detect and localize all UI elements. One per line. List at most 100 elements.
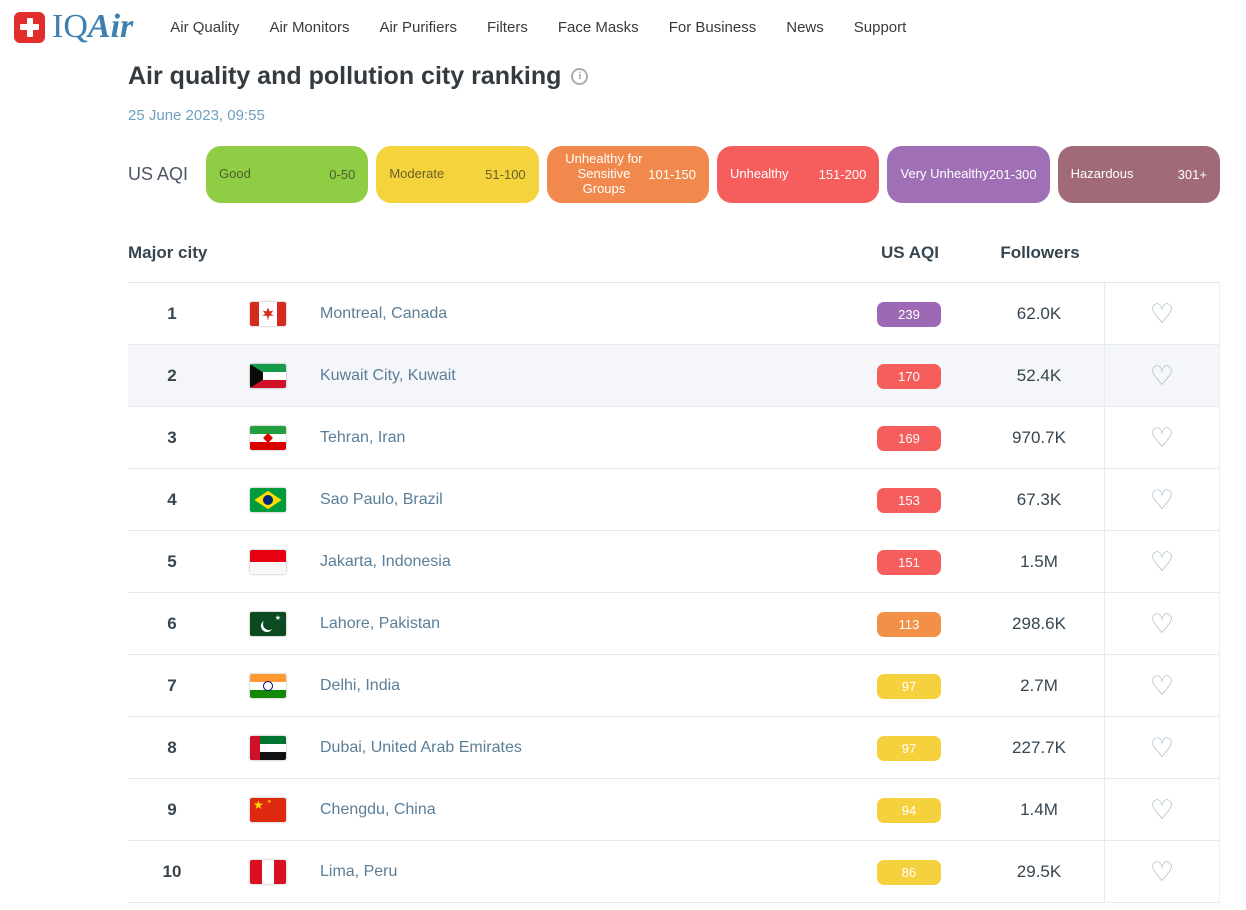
heart-icon[interactable]: ♡: [1150, 549, 1174, 576]
city-link[interactable]: Lahore, Pakistan: [320, 615, 440, 632]
header-major-city: Major city: [128, 243, 845, 263]
nav-for-business[interactable]: For Business: [654, 11, 772, 44]
rank: 10: [128, 862, 216, 882]
legend-unhealthy: Unhealthy 151-200: [717, 146, 879, 203]
top-navigation: IQAir Air Quality Air Monitors Air Purif…: [0, 0, 1246, 46]
header-us-aqi: US AQI: [845, 243, 975, 263]
city-link[interactable]: Chengdu, China: [320, 801, 436, 818]
aqi-badge: 97: [877, 674, 941, 699]
legend-unhealthy-sensitive: Unhealthy for Sensitive Groups 101-150: [547, 146, 709, 203]
city-link[interactable]: Kuwait City, Kuwait: [320, 367, 456, 384]
city-link[interactable]: Montreal, Canada: [320, 305, 447, 322]
heart-icon[interactable]: ♡: [1150, 797, 1174, 824]
city-link[interactable]: Tehran, Iran: [320, 429, 405, 446]
legend-hazardous: Hazardous 301+: [1058, 146, 1220, 203]
nav-air-quality[interactable]: Air Quality: [155, 11, 254, 44]
flag-indonesia-icon: [250, 550, 286, 574]
nav-items: Air Quality Air Monitors Air Purifiers F…: [155, 11, 921, 44]
flag-uae-icon: [250, 736, 286, 760]
nav-air-purifiers[interactable]: Air Purifiers: [364, 11, 472, 44]
table-row: 10 Lima, Peru 86 29.5K ♡: [128, 841, 1220, 903]
legend-very-unhealthy-name: Very Unhealthy: [900, 167, 989, 182]
city-link[interactable]: Delhi, India: [320, 677, 400, 694]
table-row: 7 Delhi, India 97 2.7M ♡: [128, 655, 1220, 717]
nav-filters[interactable]: Filters: [472, 11, 543, 44]
legend-unhealthy-sensitive-name: Unhealthy for Sensitive Groups: [560, 152, 649, 197]
legend-moderate-name: Moderate: [389, 167, 485, 182]
aqi-badge: 151: [877, 550, 941, 575]
page-title: Air quality and pollution city ranking: [128, 62, 561, 91]
city-link[interactable]: Sao Paulo, Brazil: [320, 491, 443, 508]
heart-icon[interactable]: ♡: [1150, 425, 1174, 452]
city-ranking-table: Major city US AQI Followers 1 Montreal, …: [128, 223, 1220, 903]
nav-support[interactable]: Support: [839, 11, 922, 44]
nav-news[interactable]: News: [771, 11, 839, 44]
heart-icon[interactable]: ♡: [1150, 673, 1174, 700]
legend-unhealthy-sensitive-range: 101-150: [648, 167, 696, 182]
aqi-badge: 239: [877, 302, 941, 327]
followers-count: 1.4M: [974, 800, 1104, 820]
legend-very-unhealthy: Very Unhealthy 201-300: [887, 146, 1049, 203]
table-row: 5 Jakarta, Indonesia 151 1.5M ♡: [128, 531, 1220, 593]
aqi-badge: 97: [877, 736, 941, 761]
ranking-timestamp: 25 June 2023, 09:55: [128, 107, 1220, 124]
followers-count: 67.3K: [974, 490, 1104, 510]
aqi-legend: US AQI Good 0-50 Moderate 51-100 Unhealt…: [128, 146, 1220, 203]
rank: 5: [128, 552, 216, 572]
table-row: 1 Montreal, Canada 239 62.0K ♡: [128, 283, 1220, 345]
table-row: 6 Lahore, Pakistan 113 298.6K ♡: [128, 593, 1220, 655]
aqi-badge: 86: [877, 860, 941, 885]
flag-iran-icon: [250, 426, 286, 450]
city-link[interactable]: Dubai, United Arab Emirates: [320, 739, 522, 756]
heart-icon[interactable]: ♡: [1150, 611, 1174, 638]
city-link[interactable]: Jakarta, Indonesia: [320, 553, 451, 570]
rank: 4: [128, 490, 216, 510]
flag-peru-icon: [250, 860, 286, 884]
main-content: Air quality and pollution city ranking i…: [128, 62, 1220, 903]
swiss-cross-icon: [14, 12, 45, 43]
legend-very-unhealthy-range: 201-300: [989, 167, 1037, 182]
heart-icon[interactable]: ♡: [1150, 301, 1174, 328]
flag-brazil-icon: [250, 488, 286, 512]
info-icon[interactable]: i: [571, 68, 588, 85]
legend-good-range: 0-50: [329, 167, 355, 182]
city-link[interactable]: Lima, Peru: [320, 863, 397, 880]
followers-count: 62.0K: [974, 304, 1104, 324]
rank: 2: [128, 366, 216, 386]
flag-canada-icon: [250, 302, 286, 326]
followers-count: 298.6K: [974, 614, 1104, 634]
nav-air-monitors[interactable]: Air Monitors: [254, 11, 364, 44]
followers-count: 2.7M: [974, 676, 1104, 696]
flag-india-icon: [250, 674, 286, 698]
aqi-legend-label: US AQI: [128, 164, 198, 185]
followers-count: 52.4K: [974, 366, 1104, 386]
brand-logo[interactable]: IQAir: [14, 10, 133, 44]
legend-good: Good 0-50: [206, 146, 368, 203]
flag-pakistan-icon: [250, 612, 286, 636]
header-followers: Followers: [975, 243, 1105, 263]
aqi-badge: 153: [877, 488, 941, 513]
legend-moderate-range: 51-100: [485, 167, 525, 182]
aqi-badge: 169: [877, 426, 941, 451]
table-header: Major city US AQI Followers: [128, 223, 1220, 283]
table-row: 4 Sao Paulo, Brazil 153 67.3K ♡: [128, 469, 1220, 531]
heart-icon[interactable]: ♡: [1150, 363, 1174, 390]
legend-unhealthy-range: 151-200: [819, 167, 867, 182]
rank: 1: [128, 304, 216, 324]
rank: 8: [128, 738, 216, 758]
followers-count: 1.5M: [974, 552, 1104, 572]
heart-icon[interactable]: ♡: [1150, 487, 1174, 514]
rank: 3: [128, 428, 216, 448]
heart-icon[interactable]: ♡: [1150, 735, 1174, 762]
aqi-badge: 113: [877, 612, 941, 637]
table-row: 3 Tehran, Iran 169 970.7K ♡: [128, 407, 1220, 469]
followers-count: 970.7K: [974, 428, 1104, 448]
aqi-badge: 170: [877, 364, 941, 389]
legend-hazardous-name: Hazardous: [1071, 167, 1178, 182]
brand-logo-text: IQAir: [52, 10, 133, 44]
heart-icon[interactable]: ♡: [1150, 859, 1174, 886]
nav-face-masks[interactable]: Face Masks: [543, 11, 654, 44]
aqi-badge: 94: [877, 798, 941, 823]
followers-count: 29.5K: [974, 862, 1104, 882]
table-row: 8 Dubai, United Arab Emirates 97 227.7K …: [128, 717, 1220, 779]
